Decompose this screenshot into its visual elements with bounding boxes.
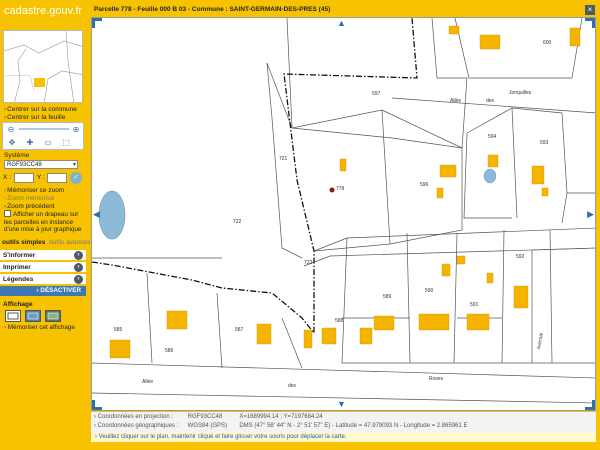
parcel-label: 587 [235,327,244,333]
measure-icon[interactable]: ⬚ [59,137,73,148]
projection-label: › Coordonnées en projection : [94,414,174,420]
chevron-down-icon: ▾ [72,162,76,168]
expand-icon[interactable]: › [74,263,83,272]
parcel-label: 600 [543,40,552,46]
sidebar: cadastre.gouv.fr ›Centrer sur la commune… [0,0,90,450]
display-plan-thumbnail[interactable] [5,310,21,322]
display-mixed-thumbnail[interactable] [45,310,61,322]
street-label: Jonquilles [509,90,532,96]
parcel-label: 594 [488,134,497,140]
go-icon[interactable]: ✓ [70,172,82,184]
overview-map[interactable] [3,30,83,103]
parcel-label: 597 [372,91,381,97]
projection-system: RGF93CC48 [187,414,223,420]
x-input[interactable] [14,173,34,183]
corner-bracket [585,400,595,410]
parcel-label: 596 [420,182,429,188]
geo-system: WGS84 (GPS) [187,423,228,429]
center-commune-link[interactable]: ›Centrer sur la commune [4,106,77,113]
corner-bracket [585,18,595,28]
system-select[interactable]: RGF93CC48 ▾ [4,160,78,169]
tab-advanced-tools[interactable]: outils avancés [49,239,90,246]
flag-option[interactable]: Afficher un drapeau sur les parcelles en… [4,210,84,234]
zoom-slider[interactable] [19,128,69,130]
system-select-value: RGF93CC48 [7,162,42,168]
pond [98,190,126,240]
corner-bracket [92,400,102,410]
display-label: Affichage [3,301,33,308]
cadastral-map[interactable]: 600 597 721 778 596 594 593 722 723 592 … [91,17,596,411]
system-label: Système [4,152,30,159]
parcel-label: 592 [516,254,525,260]
memorize-display-link[interactable]: › Mémoriser cet affichage [4,324,75,331]
street-label: Allée [450,98,462,104]
parcel-label: 591 [470,302,479,308]
parcel-label: 589 [383,294,392,300]
overview-map-graphic [4,31,82,102]
pan-up-icon[interactable]: ▲ [337,19,346,28]
menu-item-print[interactable]: Imprimer › [0,262,86,273]
parcel-label: 586 [165,348,174,354]
parcel-label: 722 [233,219,242,225]
parcel-label: 588 [335,318,344,324]
center-sheet-link[interactable]: ›Centrer sur la feuille [4,114,65,121]
map-title: Parcelle 778 - Feuille 000 B 03 - Commun… [94,6,331,13]
hint-text: › Veuillez cliquer sur le plan, mainteni… [91,432,596,442]
street-label: Roses [429,376,444,382]
select-icon[interactable]: ▭ [41,137,55,148]
zoom-out-icon[interactable]: ⊖ [4,124,18,135]
parcel-label: 590 [425,288,434,294]
pan-down-icon[interactable]: ▼ [337,400,346,409]
zoom-in-icon[interactable]: ⊕ [69,124,83,135]
display-photo-thumbnail[interactable] [25,310,41,322]
pan-icon[interactable]: ✥ [5,137,19,148]
geo-values: DMS (47° 58' 44'' N - 2° 51' 57'' E) - L… [239,423,468,429]
parcel-label: 593 [540,140,549,146]
menu-item-inform[interactable]: S'informer › [0,250,86,261]
close-icon[interactable]: × [585,5,595,15]
street-label: Allée [142,379,154,385]
tools-tabs: outils simples outils avancés [0,239,90,248]
parcel-label: 585 [114,327,123,333]
parcel-label: 778 [336,186,345,192]
tab-simple-tools[interactable]: outils simples [2,239,45,246]
geo-label: › Coordonnées géographiques : [94,423,179,429]
pan-right-icon[interactable]: ▶ [587,210,594,219]
expand-icon[interactable]: › [74,251,83,260]
map-toolbar: ⊖ ⊕ ✥ ✚ ▭ ⬚ [2,122,84,150]
expand-icon[interactable]: › [74,275,83,284]
memorized-zoom-link: ›Zoom mémorisé [4,195,55,202]
flag-checkbox[interactable] [4,210,11,217]
parcel-marker [329,187,335,193]
y-input[interactable] [47,173,67,183]
flag-option-label: Afficher un drapeau sur les parcelles en… [4,211,82,233]
coordinates-bar: › Coordonnées en projection : RGF93CC48 … [91,412,596,432]
pan-left-icon[interactable]: ◀ [93,210,100,219]
parcel-label: 723 [304,260,313,266]
previous-zoom-link[interactable]: ›Zoom précédent [4,203,55,210]
site-logo[interactable]: cadastre.gouv.fr [4,5,82,23]
x-label: X : [3,174,11,181]
street-label: des [486,98,495,104]
y-label: Y : [37,174,45,181]
menu-item-legends[interactable]: Légendes › [0,274,86,285]
projection-values: X=1689994.14 ; Y=7197684.24 [239,414,323,420]
street-label: des [288,383,297,389]
info-icon[interactable]: ✚ [23,137,37,148]
memorize-zoom-link[interactable]: ›Mémoriser ce zoom [4,187,64,194]
parcel-label: 721 [279,156,288,162]
deactivate-button[interactable]: › DÉSACTIVER [0,286,86,296]
corner-bracket [92,18,102,28]
